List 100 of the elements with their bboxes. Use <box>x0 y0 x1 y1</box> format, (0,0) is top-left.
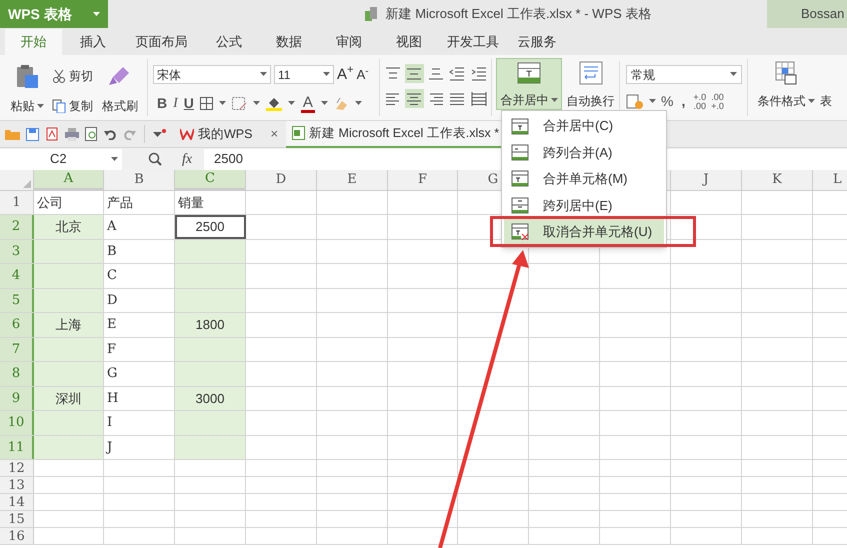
caret-icon[interactable] <box>354 101 362 106</box>
borders-icon[interactable] <box>200 97 213 110</box>
row-header[interactable]: 5 <box>0 288 34 312</box>
percent-button[interactable]: % <box>661 91 674 112</box>
bold-button[interactable]: B <box>157 93 168 114</box>
cut-button[interactable]: 剪切 <box>52 67 93 85</box>
ribbon-tab[interactable]: 开始 <box>5 29 62 55</box>
caret-icon[interactable] <box>252 101 260 106</box>
fill-color-icon[interactable] <box>266 96 282 111</box>
caret-icon[interactable] <box>218 101 226 106</box>
comma-style-button[interactable]: , <box>678 91 688 112</box>
grow-font-button[interactable]: A$^{+}$ <box>337 67 354 82</box>
close-button[interactable]: × <box>270 124 278 144</box>
column-header[interactable]: L <box>813 170 847 190</box>
row-header[interactable]: 13 <box>0 477 34 493</box>
column-header[interactable]: A <box>34 170 104 190</box>
row-header[interactable]: 15 <box>0 511 34 527</box>
caret-icon[interactable] <box>808 98 814 104</box>
caret-icon[interactable] <box>323 72 330 77</box>
italic-button[interactable]: I <box>173 93 178 114</box>
row-header[interactable]: 10 <box>0 411 34 434</box>
font-name-field[interactable]: 宋体 <box>153 65 271 84</box>
column-header[interactable]: K <box>742 170 813 190</box>
underline-button[interactable]: U <box>184 93 194 114</box>
row-header[interactable]: 4 <box>0 264 34 288</box>
row-header[interactable]: 2 <box>0 215 34 238</box>
spreadsheet-icon[interactable] <box>292 126 306 140</box>
increase-indent-icon <box>470 66 487 82</box>
row-header[interactable]: 8 <box>0 362 34 386</box>
merge-center-button[interactable]: 合并居中 <box>496 58 562 110</box>
ribbon-tab[interactable]: 视图 <box>379 29 439 55</box>
font-size-field[interactable]: 11 <box>274 65 334 84</box>
row-header[interactable]: 3 <box>0 240 34 263</box>
row-header[interactable]: 1 <box>0 191 34 214</box>
menu-item[interactable]: 跨列居中(E) <box>504 192 664 219</box>
account-name[interactable]: Bossan <box>767 0 847 28</box>
paste-button[interactable]: 粘贴 <box>8 63 46 116</box>
save-icon[interactable] <box>26 128 39 140</box>
number-format-field[interactable]: 常规 <box>626 65 742 84</box>
decrease-decimal-button[interactable]: .00 +.0 <box>711 92 724 110</box>
copy-icon[interactable] <box>52 99 66 113</box>
caret-icon[interactable] <box>36 104 44 108</box>
column-header[interactable]: J <box>671 170 742 190</box>
increase-decimal-button[interactable]: +.0 .00 <box>693 92 706 110</box>
caret-icon[interactable] <box>111 156 118 162</box>
print-icon[interactable] <box>65 128 79 140</box>
align-button[interactable] <box>469 89 488 108</box>
row-header[interactable]: 16 <box>0 528 34 544</box>
align-button[interactable] <box>404 64 424 83</box>
insert-function-button[interactable]: fx <box>170 148 204 170</box>
undo-icon[interactable] <box>104 128 117 140</box>
menu-item[interactable]: 合并居中(C) <box>504 113 664 140</box>
ribbon-tab[interactable]: 云服务 <box>507 29 567 55</box>
menu-item[interactable]: 取消合并单元格(U) <box>504 218 664 245</box>
ribbon-tab[interactable]: 插入 <box>62 29 124 55</box>
row-header[interactable]: 14 <box>0 494 34 510</box>
wps-logo-icon[interactable] <box>180 128 194 140</box>
ribbon-tab[interactable]: 数据 <box>259 29 319 55</box>
column-header[interactable]: C <box>175 170 246 190</box>
column-header[interactable]: E <box>317 170 388 190</box>
caret-icon[interactable] <box>320 101 328 106</box>
caret-icon[interactable] <box>288 101 295 106</box>
customize-caret-icon[interactable] <box>153 129 166 139</box>
zoom-icon[interactable] <box>148 152 162 166</box>
copy-button[interactable]: 复制 <box>52 97 93 115</box>
clipboard-icon[interactable] <box>14 63 40 89</box>
caret-icon[interactable] <box>730 72 737 77</box>
caret-icon[interactable] <box>649 99 656 104</box>
table-cell: 3000 <box>175 386 246 410</box>
row-header[interactable]: 11 <box>0 436 34 459</box>
align-distributed-icon <box>470 90 487 106</box>
column-header[interactable]: D <box>246 170 317 190</box>
ribbon-tab[interactable]: 开发工具 <box>439 29 507 55</box>
format-painter-button[interactable]: 格式刷 <box>99 63 141 116</box>
row-header[interactable]: 9 <box>0 386 34 410</box>
table-style-button[interactable]: 表 <box>820 92 832 110</box>
row-header[interactable]: 6 <box>0 313 34 336</box>
caret-icon[interactable] <box>550 98 558 102</box>
print-preview-icon[interactable] <box>85 127 98 141</box>
currency-icon[interactable] <box>626 94 644 110</box>
caret-icon[interactable] <box>93 12 100 16</box>
conditional-format-button[interactable]: 条件格式 <box>754 61 818 120</box>
row-header[interactable]: 12 <box>0 460 34 476</box>
align-button[interactable] <box>404 89 424 108</box>
ribbon-tab[interactable]: 审阅 <box>319 29 379 55</box>
cell-style-icon[interactable] <box>232 97 247 110</box>
ribbon-tab[interactable]: 公式 <box>199 29 259 55</box>
align-top-icon <box>384 66 400 82</box>
pdf-icon[interactable] <box>45 127 59 141</box>
font-color-button[interactable]: A <box>300 94 315 112</box>
document-tab[interactable]: 我的WPS × <box>174 120 286 148</box>
align-right-icon <box>428 90 444 106</box>
ribbon-tab[interactable]: 页面布局 <box>124 29 199 55</box>
scissors-icon[interactable] <box>52 69 66 83</box>
table-grid-icon <box>775 61 797 85</box>
shrink-font-button[interactable]: A$^{-}$ <box>356 68 369 81</box>
caret-icon[interactable] <box>260 72 267 77</box>
name-box-field[interactable]: C2 <box>0 148 122 170</box>
row-header[interactable]: 7 <box>0 338 34 361</box>
column-header[interactable]: F <box>388 170 458 190</box>
